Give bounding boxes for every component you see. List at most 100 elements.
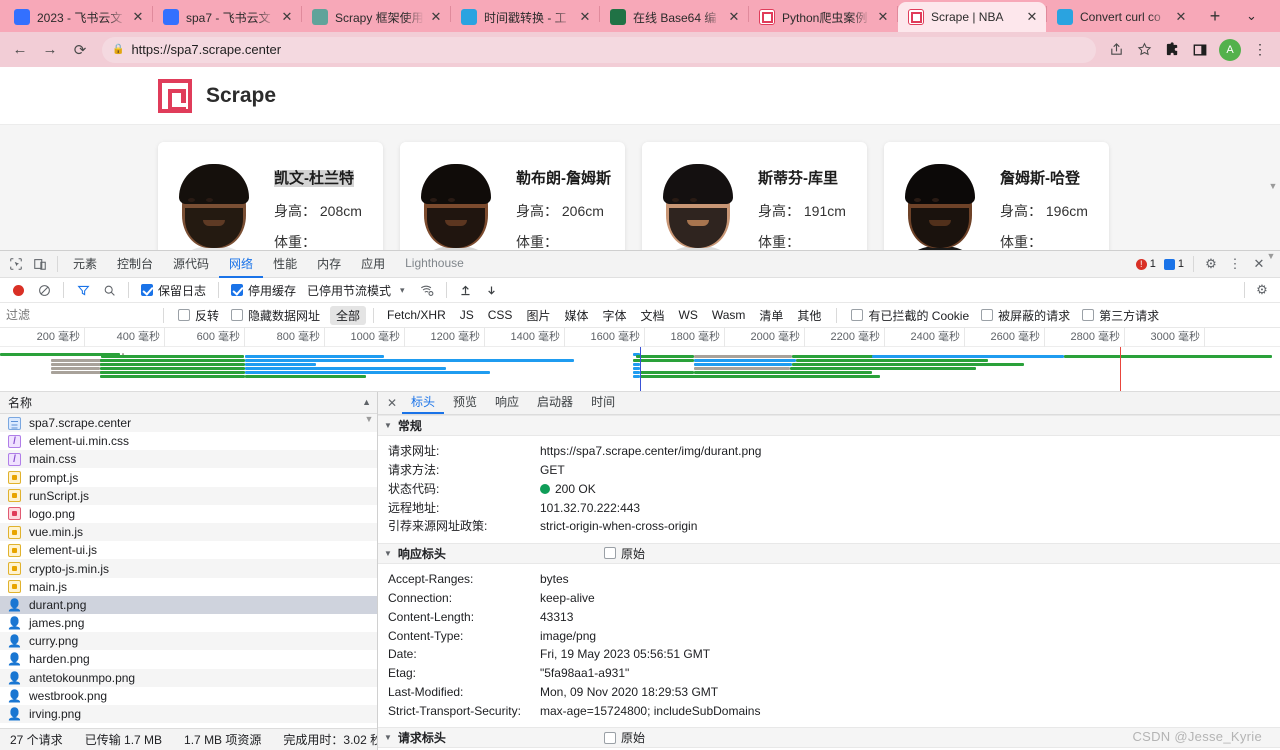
browser-tab[interactable]: 2023 - 飞书云文 ✕ (4, 2, 152, 32)
extensions-icon[interactable] (1158, 36, 1186, 64)
scroll-up-arrow[interactable]: ▲ (362, 397, 371, 407)
request-row[interactable]: element-ui.min.css (0, 432, 377, 450)
detail-tab-预览[interactable]: 预览 (444, 391, 486, 414)
player-card[interactable]: 勒布朗-詹姆斯 身高： 206cm 体重： (400, 142, 625, 250)
browser-tab[interactable]: 时间戳转换 - 工 ✕ (451, 2, 599, 32)
avatar[interactable]: A (1219, 38, 1241, 61)
tab-close-icon[interactable]: ✕ (1024, 9, 1040, 25)
response-headers-section-header[interactable]: ▼ 响应标头 原始 (378, 542, 1280, 564)
tab-close-icon[interactable]: ✕ (875, 9, 891, 25)
player-card[interactable]: 斯蒂芬-库里身高： 191cm 体重：83.9KG (642, 142, 867, 250)
devtools-settings-icon[interactable]: ⚙ (1199, 253, 1223, 275)
tab-close-icon[interactable]: ✕ (577, 9, 593, 25)
clear-button[interactable] (32, 279, 56, 301)
preserve-log-checkbox[interactable]: 保留日志 (141, 282, 206, 299)
request-row[interactable]: 👤 antetokounmpo.png (0, 668, 377, 687)
chevron-down-icon[interactable]: ▾ (400, 285, 405, 296)
tab-close-icon[interactable]: ✕ (279, 9, 295, 25)
request-raw-checkbox[interactable]: 原始 (603, 729, 645, 746)
detail-close-icon[interactable]: ✕ (382, 396, 402, 410)
devtools-tab-Lighthouse[interactable]: Lighthouse (395, 251, 474, 278)
player-card[interactable]: 詹姆斯-哈登身高： 196cm 体重：99.8KG (884, 142, 1109, 250)
browser-tab[interactable]: Convert curl co ✕ (1047, 2, 1195, 32)
devtools-tab-内存[interactable]: 内存 (307, 251, 351, 278)
request-row[interactable]: 👤 irving.png (0, 704, 377, 724)
filter-icon[interactable] (71, 279, 95, 301)
filter-type-WS[interactable]: WS (673, 307, 704, 323)
devtools-tab-应用[interactable]: 应用 (351, 251, 395, 278)
request-list-header[interactable]: 名称 ▲ (0, 391, 377, 414)
tab-close-icon[interactable]: ✕ (130, 9, 146, 25)
search-icon[interactable] (97, 279, 121, 301)
browser-tab[interactable]: spa7 - 飞书云文 ✕ (153, 2, 301, 32)
detail-tab-响应[interactable]: 响应 (486, 391, 528, 414)
page-scroll-down-arrow[interactable]: ▼ (1268, 181, 1278, 191)
detail-tab-标头[interactable]: 标头 (402, 391, 445, 415)
inspect-element-icon[interactable] (4, 253, 28, 275)
disable-cache-checkbox[interactable]: 停用缓存 (231, 282, 296, 299)
browser-menu-icon[interactable]: ⋮ (1246, 36, 1274, 64)
response-raw-checkbox[interactable]: 原始 (603, 545, 645, 562)
filter-type-清单[interactable]: 清单 (753, 306, 789, 325)
request-row[interactable]: 👤 james.png (0, 614, 377, 632)
detail-scroll-down-arrow[interactable]: ▼ (1266, 251, 1276, 746)
filter-type-其他[interactable]: 其他 (791, 306, 827, 325)
request-list-scroll-down-arrow[interactable]: ▼ (364, 414, 374, 726)
error-badge[interactable]: ! 1 (1132, 257, 1160, 271)
browser-tab[interactable]: 在线 Base64 编 ✕ (600, 2, 748, 32)
general-section-header[interactable]: ▼ 常规 (378, 414, 1280, 436)
minimize-icon[interactable]: — (1274, 0, 1280, 32)
request-row[interactable]: spa7.scrape.center (0, 413, 377, 433)
blocked-requests-checkbox[interactable]: 被屏蔽的请求 (981, 307, 1070, 324)
address-bar[interactable]: 🔒 https://spa7.scrape.center (102, 36, 1096, 63)
tab-close-icon[interactable]: ✕ (428, 9, 444, 25)
request-row[interactable]: 👤 durant.png (0, 595, 377, 614)
record-button[interactable] (6, 279, 30, 301)
filter-type-Wasm[interactable]: Wasm (706, 307, 752, 323)
request-row[interactable]: prompt.js (0, 468, 377, 486)
devtools-tab-性能[interactable]: 性能 (263, 251, 307, 278)
filter-type-媒体[interactable]: 媒体 (558, 306, 594, 325)
devtools-tab-网络[interactable]: 网络 (219, 251, 264, 278)
network-overview-timeline[interactable]: 200 毫秒 400 毫秒 600 毫秒 800 毫秒 1000 毫秒 1200 毫秒 14… (0, 327, 1280, 392)
hide-data-urls-checkbox[interactable]: 隐藏数据网址 (231, 307, 320, 324)
browser-tab[interactable]: Scrapy 框架使用 ✕ (302, 2, 450, 32)
detail-tab-时间[interactable]: 时间 (582, 391, 624, 414)
new-tab-button[interactable]: + (1201, 2, 1229, 30)
star-icon[interactable] (1130, 36, 1158, 64)
export-har-icon[interactable] (480, 279, 504, 301)
request-headers-section-header[interactable]: ▼ 请求标头 原始 (378, 727, 1280, 749)
request-row[interactable]: element-ui.js (0, 541, 377, 559)
throttling-select[interactable]: 已停用节流模式 (307, 282, 391, 299)
tab-close-icon[interactable]: ✕ (726, 9, 742, 25)
request-row[interactable]: 👤 harden.png (0, 650, 377, 668)
devtools-tab-元素[interactable]: 元素 (63, 251, 107, 278)
minimize-to-tray-icon[interactable]: ⌄ (1229, 0, 1274, 32)
request-row[interactable]: runScript.js (0, 486, 377, 505)
player-card[interactable]: 凯文-杜兰特身高： 208cm 体重：108.9KG (158, 142, 383, 250)
filter-input[interactable] (6, 305, 154, 325)
message-badge[interactable]: 1 (1160, 257, 1188, 271)
request-row[interactable]: vue.min.js (0, 523, 377, 542)
request-row[interactable]: main.css (0, 450, 377, 469)
filter-type-图片[interactable]: 图片 (520, 306, 556, 325)
side-panel-icon[interactable] (1186, 36, 1214, 64)
invert-checkbox[interactable]: 反转 (178, 307, 219, 324)
filter-type-文档[interactable]: 文档 (634, 306, 670, 325)
request-row[interactable]: 👤 curry.png (0, 632, 377, 651)
third-party-checkbox[interactable]: 第三方请求 (1082, 307, 1159, 324)
device-toolbar-icon[interactable] (28, 253, 52, 275)
filter-type-JS[interactable]: JS (454, 307, 480, 323)
filter-type-Fetch/XHR[interactable]: Fetch/XHR (381, 307, 452, 323)
filter-type-字体[interactable]: 字体 (596, 306, 632, 325)
reload-icon[interactable]: ⟳ (66, 36, 94, 64)
detail-tab-启动器[interactable]: 启动器 (528, 391, 582, 414)
import-har-icon[interactable] (454, 279, 478, 301)
request-row[interactable]: crypto-js.min.js (0, 559, 377, 578)
share-icon[interactable] (1102, 36, 1130, 64)
filter-type-CSS[interactable]: CSS (482, 307, 519, 323)
devtools-more-icon[interactable]: ⋮ (1223, 253, 1247, 275)
devtools-tab-源代码[interactable]: 源代码 (163, 251, 219, 278)
devtools-tab-控制台[interactable]: 控制台 (107, 251, 163, 278)
request-list[interactable]: spa7.scrape.center element-ui.min.css main… (0, 413, 377, 728)
